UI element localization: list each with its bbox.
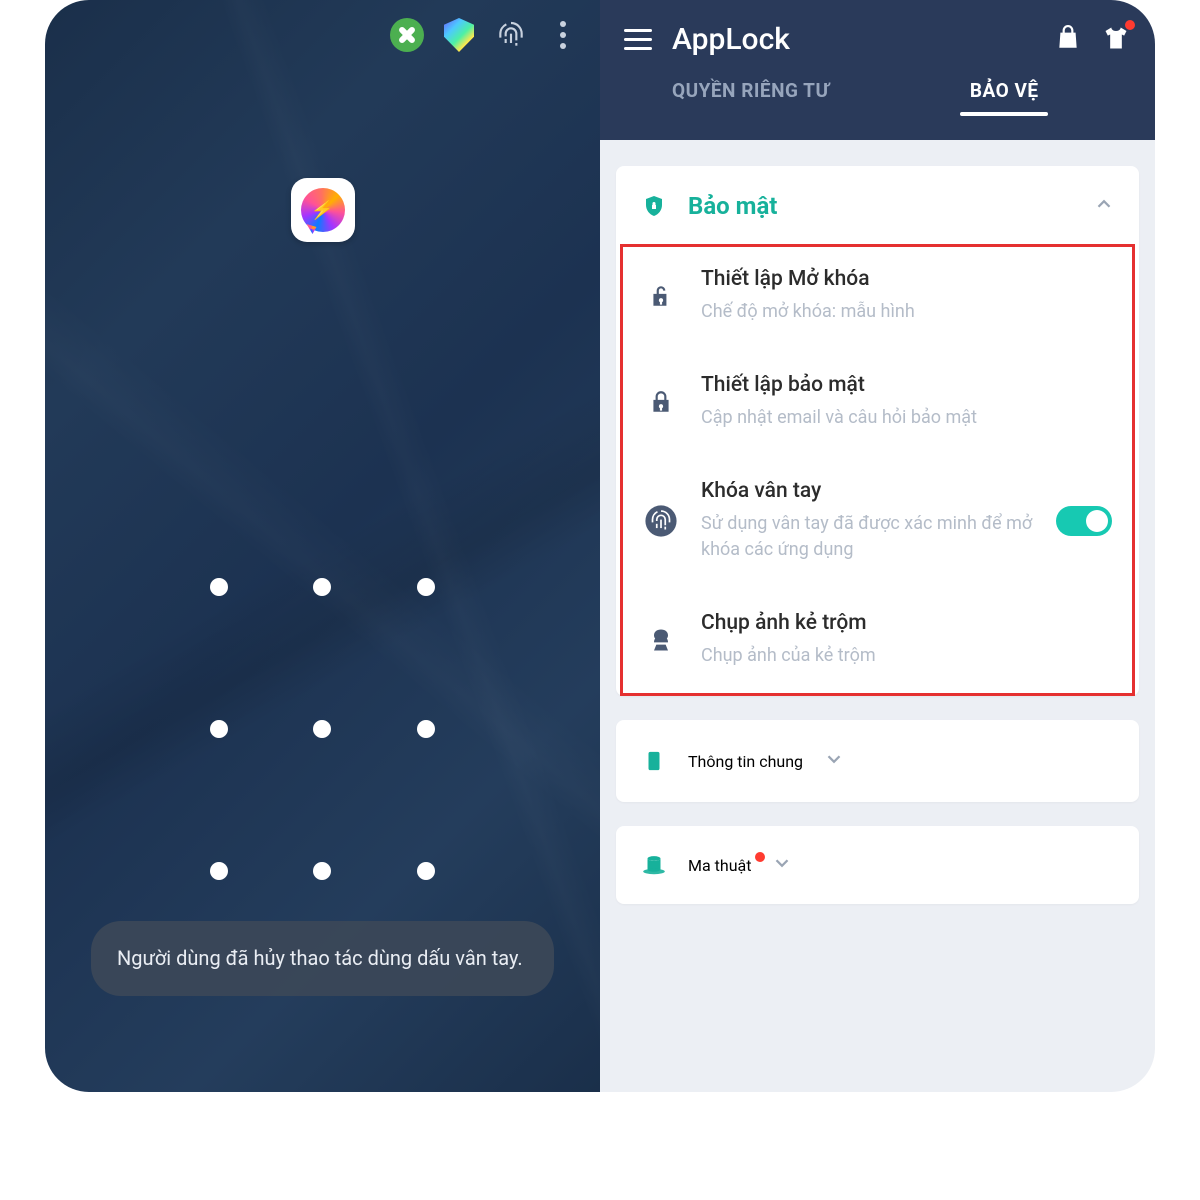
- fingerprint-toggle[interactable]: [1056, 506, 1112, 536]
- pattern-unlock-grid[interactable]: [168, 578, 478, 880]
- app-icon-rainbow[interactable]: [442, 18, 476, 52]
- fingerprint-lock-row[interactable]: Khóa vân tay Sử dụng vân tay đã được xác…: [623, 451, 1132, 583]
- security-settings-row[interactable]: Thiết lập bảo mật Cập nhật email và câu …: [623, 345, 1132, 451]
- unlock-settings-row[interactable]: Thiết lập Mở khóa Chế độ mở khóa: mẫu hì…: [623, 247, 1132, 345]
- pattern-dot[interactable]: [210, 862, 228, 880]
- highlighted-section: Thiết lập Mở khóa Chế độ mở khóa: mẫu hì…: [620, 244, 1135, 696]
- row-desc: Sử dụng vân tay đã được xác minh để mở k…: [701, 511, 1034, 563]
- security-card: Bảo mật Thiết lập Mở khóa Chế độ mở khóa…: [616, 166, 1139, 696]
- theme-icon[interactable]: [1101, 24, 1131, 56]
- row-desc: Chế độ mở khóa: mẫu hình: [701, 299, 1112, 325]
- app-icon-green[interactable]: [390, 18, 424, 52]
- general-card[interactable]: Thông tin chung: [616, 720, 1139, 802]
- lock-screen: ⚡ Người dùng đã hủy thao tác dùng dấu vâ…: [45, 0, 600, 1092]
- tab-privacy[interactable]: QUYỀN RIÊNG TƯ: [624, 79, 878, 116]
- row-title: Khóa vân tay: [701, 479, 1034, 503]
- fingerprint-icon[interactable]: [494, 18, 528, 52]
- phone-icon: [640, 746, 668, 776]
- chevron-up-icon: [1093, 193, 1115, 219]
- pattern-dot[interactable]: [210, 578, 228, 596]
- row-title: Thiết lập Mở khóa: [701, 267, 1112, 291]
- pattern-dot[interactable]: [417, 862, 435, 880]
- magic-title: Ma thuật: [688, 856, 751, 875]
- chevron-down-icon: [823, 748, 845, 774]
- tab-protect[interactable]: BẢO VỆ: [878, 79, 1132, 116]
- applock-settings: AppLock QUYỀN RIÊNG TƯ BẢO VỆ Bảo mật: [600, 0, 1155, 1092]
- status-bar: [390, 18, 580, 52]
- more-menu-icon[interactable]: [546, 18, 580, 52]
- shield-icon: [640, 192, 668, 220]
- toast-message: Người dùng đã hủy thao tác dùng dấu vân …: [91, 921, 554, 996]
- chevron-down-icon: [771, 852, 793, 878]
- lock-icon: [643, 387, 679, 417]
- app-bar: AppLock QUYỀN RIÊNG TƯ BẢO VỆ: [600, 0, 1155, 140]
- pattern-dot[interactable]: [313, 578, 331, 596]
- app-title: AppLock: [672, 22, 1035, 57]
- row-title: Chụp ảnh kẻ trộm: [701, 611, 1112, 635]
- intruder-selfie-row[interactable]: Chụp ảnh kẻ trộm Chụp ảnh của kẻ trộm: [623, 583, 1132, 693]
- row-desc: Chụp ảnh của kẻ trộm: [701, 643, 1112, 669]
- pattern-dot[interactable]: [417, 720, 435, 738]
- locked-app-messenger-icon: ⚡: [291, 178, 355, 242]
- security-title: Bảo mật: [688, 192, 1073, 220]
- general-title: Thông tin chung: [688, 752, 803, 771]
- store-icon[interactable]: [1055, 24, 1081, 56]
- magic-hat-icon: [640, 852, 668, 878]
- row-desc: Cập nhật email và câu hỏi bảo mật: [701, 405, 1112, 431]
- fingerprint-circle-icon: [643, 504, 679, 538]
- intruder-icon: [643, 626, 679, 654]
- magic-card[interactable]: Ma thuật: [616, 826, 1139, 904]
- pattern-dot[interactable]: [313, 862, 331, 880]
- pattern-dot[interactable]: [210, 720, 228, 738]
- pattern-dot[interactable]: [313, 720, 331, 738]
- unlock-icon: [643, 281, 679, 311]
- security-header[interactable]: Bảo mật: [616, 166, 1139, 244]
- pattern-dot[interactable]: [417, 578, 435, 596]
- menu-icon[interactable]: [624, 29, 652, 50]
- notification-dot-icon: [755, 852, 765, 862]
- row-title: Thiết lập bảo mật: [701, 373, 1112, 397]
